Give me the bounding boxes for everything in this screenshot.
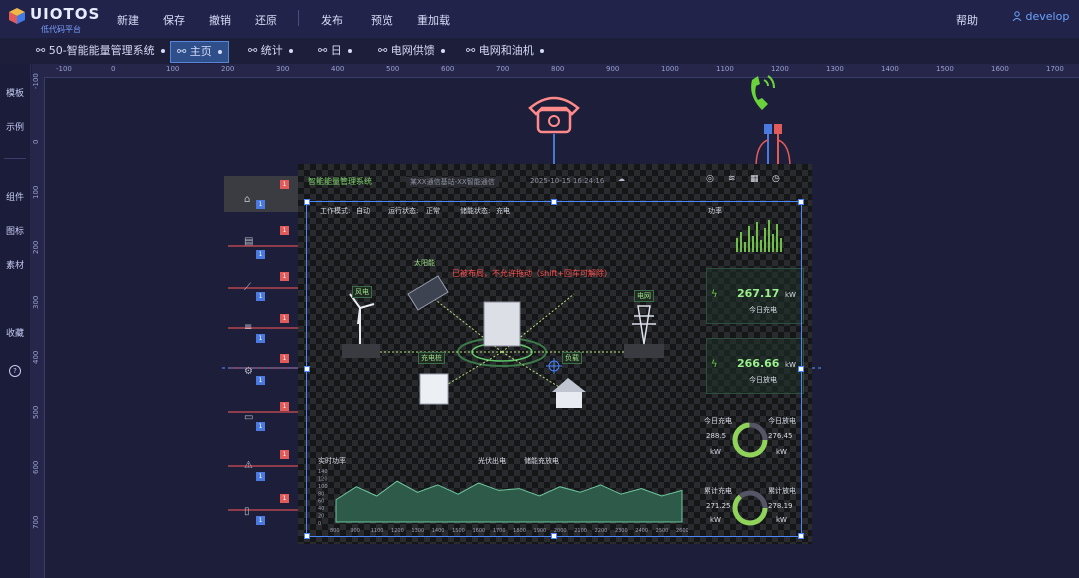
selection-box [306, 201, 802, 537]
blue-pin: 1 [256, 292, 265, 301]
warning-icon: ⚠ [244, 460, 253, 471]
site-select[interactable]: 某XX通信基站-XX智能通信 [406, 177, 499, 187]
board-title: 智能能量管理系统 [308, 177, 372, 186]
resize-handle[interactable] [551, 533, 557, 539]
red-pin: 1 [280, 402, 289, 411]
red-pin: 1 [280, 450, 289, 459]
blue-pin: 1 [256, 472, 265, 481]
red-pin: 1 [280, 272, 289, 281]
globe-icon[interactable]: ◎ [706, 174, 714, 184]
home-icon: ⌂ [244, 194, 251, 205]
blue-pin: 1 [256, 200, 265, 209]
resize-handle[interactable] [798, 199, 804, 205]
left-item-folder[interactable]: ▭ 1 1 [224, 396, 298, 436]
document-icon: ▯ [244, 506, 250, 517]
left-item-menu[interactable]: ≡ 1 1 [224, 310, 298, 350]
resize-handle[interactable] [798, 533, 804, 539]
left-item-settings[interactable]: ⚙ 1 1 [224, 352, 298, 392]
blue-pin: 1 [256, 250, 265, 259]
wifi-icon[interactable]: ≋ [728, 174, 736, 184]
red-pin: 1 [280, 226, 289, 235]
left-item-chart[interactable]: ⟋ 1 1 [224, 268, 298, 308]
phone-icon[interactable] [528, 96, 580, 134]
resize-handle[interactable] [551, 199, 557, 205]
gear-icon: ⚙ [244, 366, 253, 377]
red-pin: 1 [280, 180, 289, 189]
locked-warning: 已被布局，不允许拖动（shift+回车可解除） [452, 269, 612, 278]
resize-handle[interactable] [304, 366, 310, 372]
red-pin: 1 [280, 314, 289, 323]
menu-icon: ≡ [244, 322, 253, 333]
weather-icon: ☁ [618, 175, 625, 183]
blue-pin: 1 [256, 516, 265, 525]
left-item-home[interactable]: ⌂ 1 1 [224, 176, 298, 212]
red-pin: 1 [280, 494, 289, 503]
clock-icon[interactable]: ◷ [772, 174, 780, 184]
list-icon: ▤ [244, 236, 254, 247]
blue-pin: 1 [256, 376, 265, 385]
datetime: 2025-10-15 16:24:16 [530, 177, 605, 185]
blue-pin: 1 [256, 422, 265, 431]
red-pin: 1 [280, 354, 289, 363]
left-item-list[interactable]: ▤ 1 1 [224, 226, 298, 266]
left-item-alarm[interactable]: ⚠ 1 1 [224, 446, 298, 486]
resize-handle[interactable] [304, 199, 310, 205]
blue-pin: 1 [256, 334, 265, 343]
grid-icon[interactable]: ▦ [750, 174, 759, 184]
resize-handle[interactable] [798, 366, 804, 372]
left-item-log[interactable]: ▯ 1 1 [224, 490, 298, 530]
folder-icon: ▭ [244, 412, 254, 423]
green-phone-icon[interactable] [751, 75, 775, 110]
resize-handle[interactable] [304, 533, 310, 539]
chart-icon: ⟋ [244, 282, 251, 293]
